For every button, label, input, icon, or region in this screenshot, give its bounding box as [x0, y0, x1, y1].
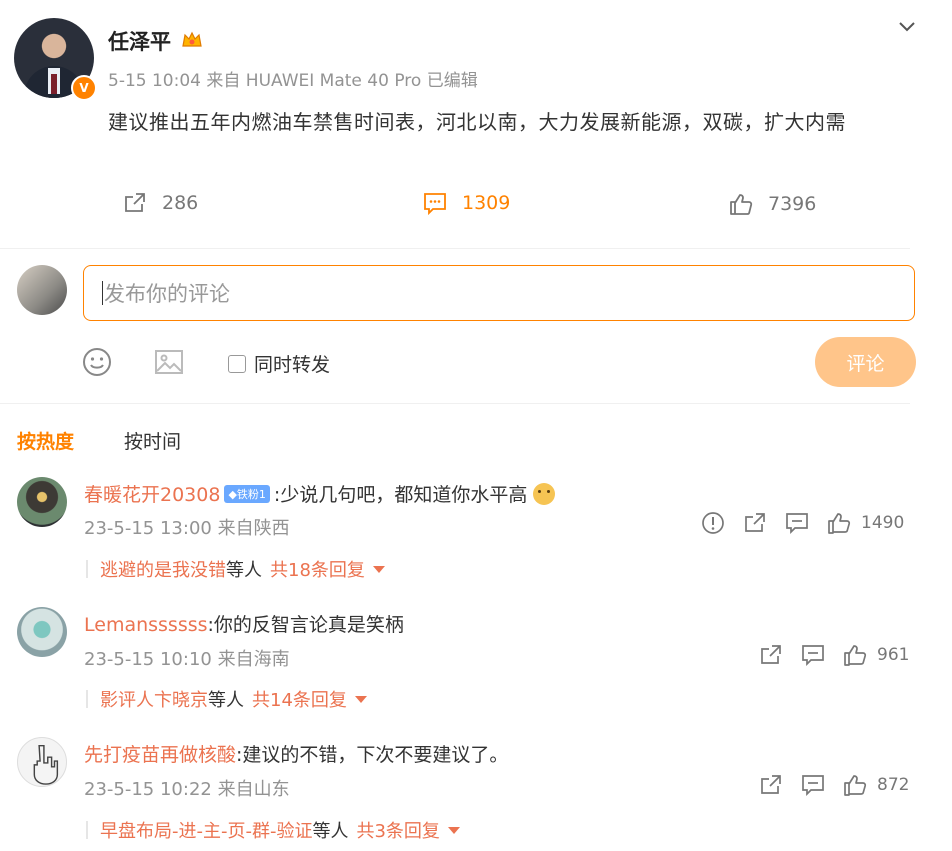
comment-avatar[interactable] — [17, 477, 67, 527]
repost-icon[interactable] — [759, 773, 783, 797]
comment-avatar[interactable] — [17, 737, 67, 787]
comment-text: :建议的不错，下次不要建议了。 — [236, 744, 509, 766]
comment-like-button[interactable]: 1490 — [827, 511, 904, 535]
text-caret — [102, 281, 103, 305]
reply-username[interactable]: 逃避的是我没错 — [100, 556, 226, 582]
reply-summary[interactable]: 逃避的是我没错 等人 共18条回复 — [86, 556, 385, 582]
reply-bar — [86, 821, 88, 839]
caret-down-icon[interactable] — [354, 695, 367, 703]
repost-checkbox[interactable]: 同时转发 — [228, 350, 330, 377]
caret-down-icon[interactable] — [447, 826, 460, 834]
comment-meta: 23-5-15 10:22 来自山东 — [84, 779, 290, 800]
reply-total[interactable]: 共3条回复 — [356, 817, 439, 843]
fan-badge: ◆铁粉1 — [224, 485, 270, 503]
post-meta: 5-15 10:04 来自 HUAWEI Mate 40 Pro 已编辑 — [108, 71, 478, 91]
comment-count: 1309 — [462, 192, 511, 214]
comment-like-count: 872 — [877, 775, 910, 795]
crown-icon — [182, 31, 202, 47]
reply-username[interactable]: 影评人卞晓京 — [100, 686, 208, 712]
verified-badge-icon: V — [71, 75, 97, 101]
comment-body: Lemanssssss:你的反智言论真是笑柄 — [84, 610, 404, 637]
comment-icon[interactable] — [785, 511, 809, 535]
comment-like-count: 1490 — [861, 513, 905, 533]
tab-sort-hot[interactable]: 按热度 — [17, 427, 74, 454]
repost-count: 286 — [162, 192, 199, 214]
comment-actions: 872 — [759, 773, 909, 797]
divider — [0, 403, 910, 404]
reply-summary[interactable]: 影评人卞晓京 等人 共14条回复 — [86, 686, 367, 712]
comment-body: 春暖花开20308 ◆铁粉1:少说几句吧，都知道你水平高 — [84, 480, 556, 507]
reply-total[interactable]: 共14条回复 — [252, 686, 347, 712]
comment-button[interactable]: 1309 — [422, 190, 510, 216]
image-icon[interactable] — [153, 346, 185, 378]
comment-text: :少说几句吧，都知道你水平高 — [273, 484, 528, 506]
middle-finger-icon — [33, 744, 59, 785]
submit-comment-button[interactable]: 评论 — [815, 337, 916, 387]
checkbox[interactable] — [228, 354, 246, 373]
repost-checkbox-label: 同时转发 — [254, 354, 331, 376]
comment-like-button[interactable]: 872 — [843, 773, 909, 797]
comment-avatar[interactable] — [17, 607, 67, 657]
thumbs-up-icon — [730, 194, 753, 215]
comment-like-count: 961 — [877, 645, 910, 665]
like-count: 7396 — [768, 193, 817, 215]
comment-like-button[interactable]: 961 — [843, 643, 909, 667]
reply-mid-text: 等人 — [312, 821, 349, 842]
like-button[interactable]: 7396 — [728, 191, 816, 217]
comment-meta: 23-5-15 13:00 来自陕西 — [84, 518, 290, 539]
tab-sort-time[interactable]: 按时间 — [124, 427, 181, 454]
my-avatar — [17, 265, 67, 315]
chevron-down-icon[interactable] — [896, 16, 918, 38]
reply-mid-text: 等人 — [226, 560, 262, 581]
author-name[interactable]: 任泽平 — [108, 26, 171, 56]
comment-input[interactable]: 发布你的评论 — [83, 265, 915, 321]
comment-username[interactable]: 春暖花开20308 — [84, 484, 220, 506]
reply-mid-text: 等人 — [208, 690, 244, 711]
comment-icon[interactable] — [801, 773, 825, 797]
reply-bar — [86, 690, 88, 708]
caret-down-icon[interactable] — [372, 565, 385, 573]
report-icon[interactable] — [701, 511, 725, 535]
comment-body: 先打疫苗再做核酸:建议的不错，下次不要建议了。 — [84, 740, 508, 767]
reply-total[interactable]: 共18条回复 — [270, 556, 365, 582]
comment-placeholder: 发布你的评论 — [104, 282, 230, 306]
reply-bar — [86, 560, 88, 578]
repost-icon — [125, 193, 145, 212]
divider — [0, 248, 910, 249]
doge-emoji-icon — [533, 483, 556, 505]
thumbs-up-icon — [844, 645, 867, 666]
repost-icon[interactable] — [743, 511, 767, 535]
thumbs-up-icon — [828, 513, 851, 534]
comment-username[interactable]: Lemanssssss — [84, 614, 208, 636]
repost-icon[interactable] — [759, 643, 783, 667]
comment-icon — [424, 193, 446, 216]
emoji-icon[interactable] — [81, 346, 113, 378]
reply-username[interactable]: 早盘布局-进-主-页-群-验证 — [100, 817, 312, 843]
thumbs-up-icon — [844, 775, 867, 796]
comment-meta: 23-5-15 10:10 来自海南 — [84, 649, 290, 670]
comment-icon[interactable] — [801, 643, 825, 667]
post-text: 建议推出五年内燃油车禁售时间表，河北以南，大力发展新能源，双碳，扩大内需 — [108, 110, 846, 134]
comment-text: :你的反智言论真是笑柄 — [207, 614, 404, 636]
repost-button[interactable]: 286 — [122, 190, 198, 216]
comment-actions: 1490 — [701, 511, 904, 535]
comment-actions: 961 — [759, 643, 909, 667]
reply-summary[interactable]: 早盘布局-进-主-页-群-验证 等人 共3条回复 — [86, 817, 460, 843]
comment-username[interactable]: 先打疫苗再做核酸 — [84, 744, 236, 766]
